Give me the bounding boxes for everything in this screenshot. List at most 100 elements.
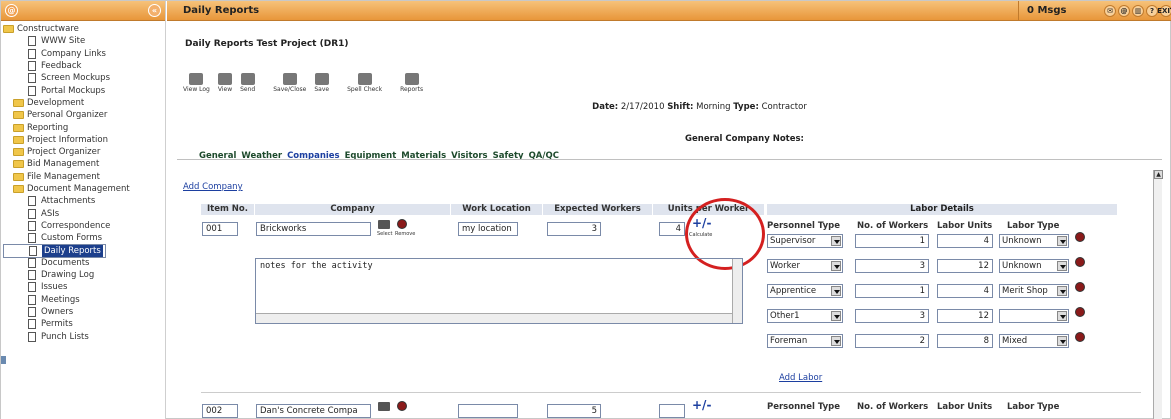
sidebar-item-15[interactable]: Correspondence xyxy=(3,220,165,232)
toolbar-button-5[interactable]: Spell Check xyxy=(347,73,382,93)
no-workers-input[interactable]: 3 xyxy=(855,259,929,273)
chevron-down-icon[interactable] xyxy=(1057,336,1067,346)
mail-icon[interactable]: ✉ xyxy=(1104,4,1116,17)
calculate-button-2[interactable]: +/- xyxy=(692,398,711,412)
personnel-type-select[interactable]: Apprentice xyxy=(767,284,843,298)
sidebar-item-7[interactable]: Reporting xyxy=(3,121,165,133)
activity-notes-textarea[interactable]: notes for the activity xyxy=(255,258,743,324)
toolbar-button-1[interactable]: View xyxy=(218,73,232,93)
no-workers-input[interactable]: 2 xyxy=(855,334,929,348)
sidebar-item-0[interactable]: WWW Site xyxy=(3,35,165,47)
remove-labor-icon[interactable] xyxy=(1075,307,1085,317)
splitter-handle[interactable] xyxy=(1,356,6,364)
add-company-link[interactable]: Add Company xyxy=(183,182,243,192)
columns-icon[interactable]: ▥ xyxy=(1132,4,1144,17)
chevron-down-icon[interactable] xyxy=(831,336,841,346)
labor-type-select[interactable]: Mixed xyxy=(999,334,1069,348)
sidebar-item-16[interactable]: Custom Forms xyxy=(3,232,165,244)
no-workers-input[interactable]: 1 xyxy=(855,284,929,298)
project-name: Daily Reports Test Project (DR1) xyxy=(185,39,349,49)
sidebar-item-11[interactable]: File Management xyxy=(3,171,165,183)
sidebar-item-17[interactable]: Daily Reports xyxy=(3,244,106,259)
labor-type-select[interactable]: Unknown xyxy=(999,234,1069,248)
work-location-input[interactable]: my location xyxy=(458,222,518,236)
item-no-input[interactable]: 001 xyxy=(202,222,238,236)
app-logo-icon[interactable]: @ xyxy=(5,4,18,17)
personnel-type-select[interactable]: Other1 xyxy=(767,309,843,323)
sidebar-item-19[interactable]: Documents xyxy=(3,257,165,269)
toolbar-button-3[interactable]: Save/Close xyxy=(273,73,306,93)
remove-labor-icon[interactable] xyxy=(1075,332,1085,342)
sidebar-item-3[interactable]: Screen Mockups xyxy=(3,72,165,84)
personnel-type-select[interactable]: Supervisor xyxy=(767,234,843,248)
labor-type-select[interactable]: Unknown xyxy=(999,259,1069,273)
labor-units-input[interactable]: 4 xyxy=(937,234,993,248)
tree-root[interactable]: Constructware xyxy=(3,23,165,35)
remove-labor-icon[interactable] xyxy=(1075,257,1085,267)
sidebar-item-1[interactable]: Company Links xyxy=(3,48,165,60)
sidebar-item-8[interactable]: Project Information xyxy=(3,134,165,146)
remove-labor-icon[interactable] xyxy=(1075,232,1085,242)
chevron-down-icon[interactable] xyxy=(831,311,841,321)
sidebar-item-2[interactable]: Feedback xyxy=(3,60,165,72)
sidebar-item-4[interactable]: Portal Mockups xyxy=(3,84,165,96)
sidebar-item-5[interactable]: Development xyxy=(3,97,165,109)
chevron-down-icon[interactable] xyxy=(831,236,841,246)
toolbar-button-2[interactable]: Send xyxy=(240,73,255,93)
collapse-icon[interactable]: « xyxy=(148,4,161,17)
chevron-down-icon[interactable] xyxy=(1057,286,1067,296)
toolbar-button-6[interactable]: Reports xyxy=(400,73,423,93)
remove-company-icon-2[interactable] xyxy=(397,401,407,411)
sidebar-item-23[interactable]: Owners xyxy=(3,306,165,318)
item-no-input-2[interactable]: 002 xyxy=(202,404,238,418)
labor-units-input[interactable]: 12 xyxy=(937,259,993,273)
sidebar-item-22[interactable]: Meetings xyxy=(3,294,165,306)
sidebar-item-24[interactable]: Permits xyxy=(3,318,165,330)
sidebar-item-14[interactable]: ASIs xyxy=(3,207,165,219)
sidebar-item-25[interactable]: Punch Lists xyxy=(3,330,165,342)
sidebar-item-9[interactable]: Project Organizer xyxy=(3,146,165,158)
no-workers-input[interactable]: 1 xyxy=(855,234,929,248)
personnel-type-select[interactable]: Worker xyxy=(767,259,843,273)
sidebar-item-6[interactable]: Personal Organizer xyxy=(3,109,165,121)
sidebar-item-12[interactable]: Document Management xyxy=(3,183,165,195)
remove-labor-icon[interactable] xyxy=(1075,282,1085,292)
expected-workers-input-2[interactable]: 5 xyxy=(547,404,601,418)
chevron-down-icon[interactable] xyxy=(831,286,841,296)
sidebar-item-20[interactable]: Drawing Log xyxy=(3,269,165,281)
personnel-type-select[interactable]: Foreman xyxy=(767,334,843,348)
sidebar-item-10[interactable]: Bid Management xyxy=(3,158,165,170)
messages-count[interactable]: 0 Msgs xyxy=(1018,0,1098,21)
labor-units-input[interactable]: 8 xyxy=(937,334,993,348)
chevron-down-icon[interactable] xyxy=(1057,311,1067,321)
labor-type-select[interactable]: Merit Shop xyxy=(999,284,1069,298)
chevron-down-icon[interactable] xyxy=(831,261,841,271)
company-input-2[interactable]: Dan's Concrete Compa xyxy=(256,404,371,418)
units-per-worker-input-2[interactable] xyxy=(659,404,685,418)
scroll-up-icon[interactable]: ▲ xyxy=(1154,170,1163,179)
notes-hscrollbar[interactable] xyxy=(256,313,732,323)
company-input[interactable]: Brickworks xyxy=(256,222,371,236)
toolbar-button-0[interactable]: View Log xyxy=(183,73,210,93)
notes-scrollbar[interactable] xyxy=(732,259,742,323)
vertical-scrollbar[interactable]: ▲ xyxy=(1153,170,1163,419)
help-icon[interactable]: ? xyxy=(1146,4,1158,17)
email-icon[interactable]: @ xyxy=(1118,4,1130,17)
exit-icon[interactable]: EXIT xyxy=(1157,4,1171,17)
remove-company-icon[interactable] xyxy=(397,219,407,229)
toolbar-button-4[interactable]: Save xyxy=(314,73,329,93)
labor-type-select[interactable] xyxy=(999,309,1069,323)
no-workers-input[interactable]: 3 xyxy=(855,309,929,323)
chevron-down-icon[interactable] xyxy=(1057,236,1067,246)
labor-units-input[interactable]: 12 xyxy=(937,309,993,323)
units-per-worker-input[interactable]: 4 xyxy=(659,222,685,236)
select-company-icon[interactable] xyxy=(378,220,390,229)
expected-workers-input[interactable]: 3 xyxy=(547,222,601,236)
sidebar-item-21[interactable]: Issues xyxy=(3,281,165,293)
add-labor-link[interactable]: Add Labor xyxy=(779,373,822,383)
sidebar-item-13[interactable]: Attachments xyxy=(3,195,165,207)
chevron-down-icon[interactable] xyxy=(1057,261,1067,271)
labor-units-input[interactable]: 4 xyxy=(937,284,993,298)
work-location-input-2[interactable] xyxy=(458,404,518,418)
select-company-icon-2[interactable] xyxy=(378,402,390,411)
